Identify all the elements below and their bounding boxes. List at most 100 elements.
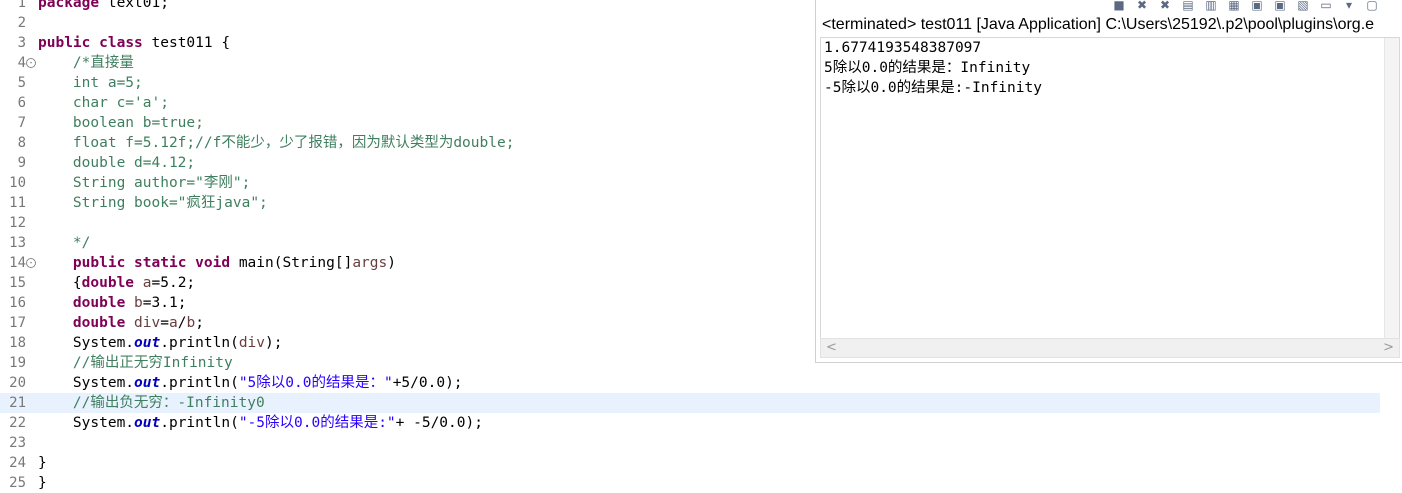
word-wrap-icon[interactable]: ▦	[1227, 0, 1241, 12]
fold-toggle-icon[interactable]: -	[26, 258, 36, 268]
code-text: package text01;	[38, 0, 169, 13]
code-text: double b=3.1;	[38, 293, 187, 313]
code-line[interactable]: 21 //输出负无穷：-Infinity0	[0, 393, 1380, 413]
line-number: 2	[17, 15, 26, 31]
fold-toggle-icon[interactable]: -	[26, 58, 36, 68]
code-text: */	[38, 233, 90, 253]
line-number: 9	[17, 155, 26, 171]
code-token: System.	[38, 335, 135, 351]
line-number: 12	[9, 215, 26, 231]
code-text: }	[38, 473, 47, 493]
console-view[interactable]: ■ ✖ ✖ ▤ ▥ ▦ ▣ ▣ ▧ ▭ ▾ ▢ <terminated> test011 [Java …	[815, 0, 1402, 363]
code-line[interactable]: 20 System.out.println("5除以0.0的结果是："+5/0.…	[0, 373, 1380, 393]
console-output-line: -5除以0.0的结果是:-Infinity	[824, 80, 1042, 96]
scroll-left-arrow-icon[interactable]: <	[826, 339, 837, 357]
line-number: 23	[9, 435, 26, 451]
scroll-lock-icon[interactable]: ▥	[1204, 0, 1218, 12]
line-number: 22	[9, 415, 26, 431]
code-text: float f=5.12f;//f不能少，少了报错，因为默认类型为double;	[38, 133, 515, 153]
code-token: div	[238, 335, 266, 351]
console-output-line: 1.6774193548387097	[824, 40, 982, 56]
code-token: ;	[195, 315, 204, 331]
code-token: String author="李刚";	[72, 175, 251, 191]
code-token: float f=5.12f;//f不能少，少了报错，因为默认类型为double;	[72, 135, 515, 151]
code-token: out	[134, 415, 161, 431]
code-token: "-5除以0.0的结果是:"	[238, 415, 396, 431]
code-token: =5.2;	[151, 275, 196, 291]
code-token: //输出正无穷Infinity	[72, 355, 233, 371]
code-line[interactable]: 23	[0, 433, 1380, 453]
show-stderr-icon[interactable]: ▣	[1273, 0, 1287, 12]
line-number: 21	[9, 395, 26, 411]
line-number: 7	[17, 115, 26, 131]
display-console-menu-icon[interactable]: ▾	[1342, 0, 1356, 12]
display-console-icon[interactable]: ▭	[1319, 0, 1333, 12]
code-token: char c='a';	[72, 95, 169, 111]
code-line[interactable]: 25}	[0, 473, 1380, 493]
line-number: 10	[9, 175, 26, 191]
code-token: "5除以0.0的结果是："	[238, 375, 393, 391]
code-token: )	[387, 255, 396, 271]
clear-console-icon[interactable]: ▤	[1181, 0, 1195, 12]
line-number: 3	[17, 35, 26, 51]
code-token: System.	[38, 415, 135, 431]
code-text: String author="李刚";	[38, 173, 250, 193]
code-token: double	[72, 315, 126, 331]
code-token: div	[134, 315, 161, 331]
code-token: public	[38, 35, 91, 51]
code-token: main(String[]	[230, 255, 353, 271]
code-token: b	[134, 295, 143, 311]
terminate-icon[interactable]: ■	[1112, 0, 1126, 12]
scroll-right-arrow-icon[interactable]: >	[1383, 339, 1394, 357]
console-output[interactable]: 1.6774193548387097 5除以0.0的结果是：Infinity -…	[820, 37, 1400, 339]
code-text: boolean b=true;	[38, 113, 204, 133]
code-text: /*直接量	[38, 53, 134, 73]
code-token: }	[38, 475, 47, 491]
code-text: int a=5;	[38, 73, 143, 93]
code-token: package	[38, 0, 100, 11]
code-token: double d=4.12;	[72, 155, 196, 171]
line-number: 5	[17, 75, 26, 91]
code-token: /*直接量	[72, 55, 134, 71]
code-line[interactable]: 24}	[0, 453, 1380, 473]
pin-console-icon[interactable]: ▧	[1296, 0, 1310, 12]
console-horizontal-scrollbar[interactable]: < >	[820, 338, 1400, 358]
code-text: //输出负无穷：-Infinity0	[38, 393, 265, 413]
code-token: int a=5;	[72, 75, 143, 91]
code-line[interactable]: 22 System.out.println("-5除以0.0的结果是:"+ -5…	[0, 413, 1380, 433]
code-token: a	[168, 315, 178, 331]
line-number: 20	[9, 375, 26, 391]
console-vertical-scrollbar[interactable]	[1384, 38, 1399, 338]
code-token: .println(	[160, 415, 239, 431]
code-text: double d=4.12;	[38, 153, 195, 173]
code-token: + -5/0.0);	[395, 415, 483, 431]
line-number: 1	[17, 0, 26, 11]
line-number: 18	[9, 335, 26, 351]
show-stdout-icon[interactable]: ▣	[1250, 0, 1264, 12]
code-token: double	[72, 295, 126, 311]
code-token: test011 {	[142, 35, 231, 51]
line-number: 6	[17, 95, 26, 111]
code-token: =	[160, 315, 169, 331]
code-text: System.out.println(div);	[38, 333, 283, 353]
code-token: =3.1;	[142, 295, 187, 311]
remove-all-icon[interactable]: ✖	[1158, 0, 1172, 12]
code-token: class	[99, 35, 143, 51]
open-console-icon[interactable]: ▢	[1365, 0, 1379, 12]
code-token: .println(	[160, 375, 239, 391]
code-text: public static void main(String[]args)	[38, 253, 396, 273]
line-number: 11	[9, 195, 26, 211]
remove-launch-icon[interactable]: ✖	[1135, 0, 1149, 12]
